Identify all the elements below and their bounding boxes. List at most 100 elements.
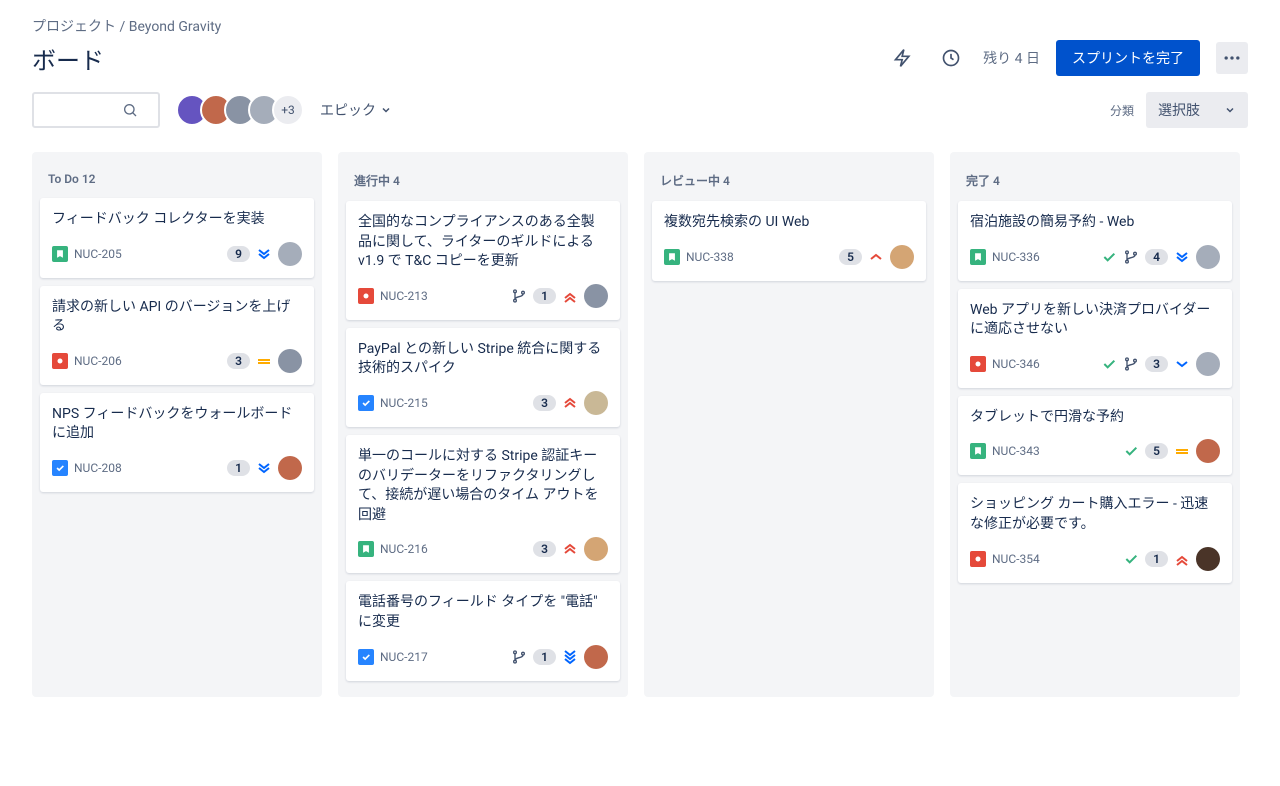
priority-low-icon (1174, 356, 1190, 372)
issue-card[interactable]: 単一のコールに対する Stripe 認証キーのバリデーターをリファクタリングして… (346, 435, 620, 573)
more-button[interactable] (1216, 42, 1248, 74)
issue-card[interactable]: 複数宛先検索の UI Web NUC-338 5 (652, 201, 926, 281)
estimate-badge: 4 (1145, 249, 1168, 265)
story-icon (664, 249, 680, 265)
card-title: 単一のコールに対する Stripe 認証キーのバリデーターをリファクタリングして… (358, 447, 608, 525)
story-icon (52, 246, 68, 262)
search-icon (122, 102, 138, 118)
priority-low-icon (1174, 249, 1190, 265)
priority-highest-icon (1174, 551, 1190, 567)
branch-icon (511, 649, 527, 665)
task-icon (52, 460, 68, 476)
chevron-down-icon (380, 104, 392, 116)
issue-card[interactable]: タブレットで円滑な予約 NUC-343 5 (958, 396, 1232, 476)
search-field[interactable] (42, 102, 122, 118)
estimate-badge: 3 (533, 395, 556, 411)
estimate-badge: 3 (533, 541, 556, 557)
estimate-badge: 3 (227, 353, 250, 369)
priority-high-icon (868, 249, 884, 265)
issue-card[interactable]: ショッピング カート購入エラー - 迅速な修正が必要です。 NUC-354 1 (958, 483, 1232, 582)
card-title: 請求の新しい API のバージョンを上げる (52, 298, 302, 337)
card-title: PayPal との新しい Stripe 統合に関する技術的スパイク (358, 340, 608, 379)
estimate-badge: 9 (227, 246, 250, 262)
issue-card[interactable]: NPS フィードバックをウォールボードに追加 NUC-208 1 (40, 393, 314, 492)
column-header: 完了 4 (958, 160, 1232, 201)
group-by-select[interactable]: 選択肢 (1146, 92, 1248, 128)
story-icon (970, 249, 986, 265)
issue-card[interactable]: Web アプリを新しい決済プロバイダーに適応させない NUC-346 3 (958, 289, 1232, 388)
assignee-avatar[interactable] (278, 456, 302, 480)
card-title: ショッピング カート購入エラー - 迅速な修正が必要です。 (970, 495, 1220, 534)
done-check-icon (1101, 356, 1117, 372)
task-icon (358, 649, 374, 665)
board-column: レビュー中 4 複数宛先検索の UI Web NUC-338 5 (644, 152, 934, 697)
issue-card[interactable]: 請求の新しい API のバージョンを上げる NUC-206 3 (40, 286, 314, 385)
search-input[interactable] (32, 92, 160, 128)
assignee-avatar[interactable] (584, 391, 608, 415)
story-icon (970, 443, 986, 459)
automation-icon[interactable] (887, 42, 919, 74)
page-title: ボード (32, 41, 104, 76)
issue-key: NUC-213 (380, 289, 428, 303)
issue-card[interactable]: 電話番号のフィールド タイプを "電話" に変更 NUC-217 1 (346, 581, 620, 680)
assignee-filter[interactable]: +3 (176, 94, 304, 126)
issue-card[interactable]: 全国的なコンプライアンスのある全製品に関して、ライターのギルドによる v1.9 … (346, 201, 620, 320)
estimate-badge: 1 (1145, 551, 1168, 567)
task-icon (358, 395, 374, 411)
assignee-avatar[interactable] (278, 349, 302, 373)
assignee-avatar[interactable] (584, 645, 608, 669)
issue-key: NUC-206 (74, 354, 122, 368)
issue-key: NUC-346 (992, 357, 1040, 371)
assignee-avatar[interactable] (278, 242, 302, 266)
bug-icon (52, 353, 68, 369)
issue-key: NUC-205 (74, 247, 122, 261)
done-check-icon (1123, 551, 1139, 567)
estimate-badge: 1 (533, 649, 556, 665)
avatar-more[interactable]: +3 (272, 94, 304, 126)
assignee-avatar[interactable] (584, 284, 608, 308)
estimate-badge: 1 (533, 288, 556, 304)
estimate-badge: 1 (227, 460, 250, 476)
bug-icon (970, 356, 986, 372)
complete-sprint-button[interactable]: スプリントを完了 (1056, 40, 1200, 76)
breadcrumb-project[interactable]: Beyond Gravity (129, 19, 222, 35)
issue-key: NUC-215 (380, 396, 428, 410)
assignee-avatar[interactable] (890, 245, 914, 269)
bug-icon (358, 288, 374, 304)
bug-icon (970, 551, 986, 567)
assignee-avatar[interactable] (584, 537, 608, 561)
done-check-icon (1101, 249, 1117, 265)
epic-filter-button[interactable]: エピック (320, 100, 392, 120)
priority-highest-icon (562, 288, 578, 304)
chevron-down-icon (1224, 104, 1236, 116)
column-header: To Do 12 (40, 160, 314, 198)
days-remaining: 残り 4 日 (983, 48, 1040, 68)
card-title: 複数宛先検索の UI Web (664, 213, 914, 233)
assignee-avatar[interactable] (1196, 352, 1220, 376)
board-column: 完了 4 宿泊施設の簡易予約 - Web NUC-336 4 Web アプリを新… (950, 152, 1240, 697)
card-title: 全国的なコンプライアンスのある全製品に関して、ライターのギルドによる v1.9 … (358, 213, 608, 272)
issue-card[interactable]: 宿泊施設の簡易予約 - Web NUC-336 4 (958, 201, 1232, 281)
card-title: 電話番号のフィールド タイプを "電話" に変更 (358, 593, 608, 632)
card-title: Web アプリを新しい決済プロバイダーに適応させない (970, 301, 1220, 340)
clock-icon[interactable] (935, 42, 967, 74)
story-icon (358, 541, 374, 557)
priority-high-icon (562, 541, 578, 557)
issue-card[interactable]: PayPal との新しい Stripe 統合に関する技術的スパイク NUC-21… (346, 328, 620, 427)
priority-high-icon (562, 395, 578, 411)
issue-card[interactable]: フィードバック コレクターを実装 NUC-205 9 (40, 198, 314, 278)
issue-key: NUC-216 (380, 542, 428, 556)
issue-key: NUC-354 (992, 552, 1040, 566)
branch-icon (1123, 249, 1139, 265)
estimate-badge: 5 (1145, 443, 1168, 459)
priority-low-icon (256, 246, 272, 262)
assignee-avatar[interactable] (1196, 439, 1220, 463)
assignee-avatar[interactable] (1196, 547, 1220, 571)
issue-key: NUC-336 (992, 250, 1040, 264)
breadcrumb-projects[interactable]: プロジェクト (32, 19, 116, 35)
column-header: 進行中 4 (346, 160, 620, 201)
branch-icon (511, 288, 527, 304)
issue-key: NUC-343 (992, 444, 1040, 458)
priority-lowest-icon (562, 649, 578, 665)
assignee-avatar[interactable] (1196, 245, 1220, 269)
